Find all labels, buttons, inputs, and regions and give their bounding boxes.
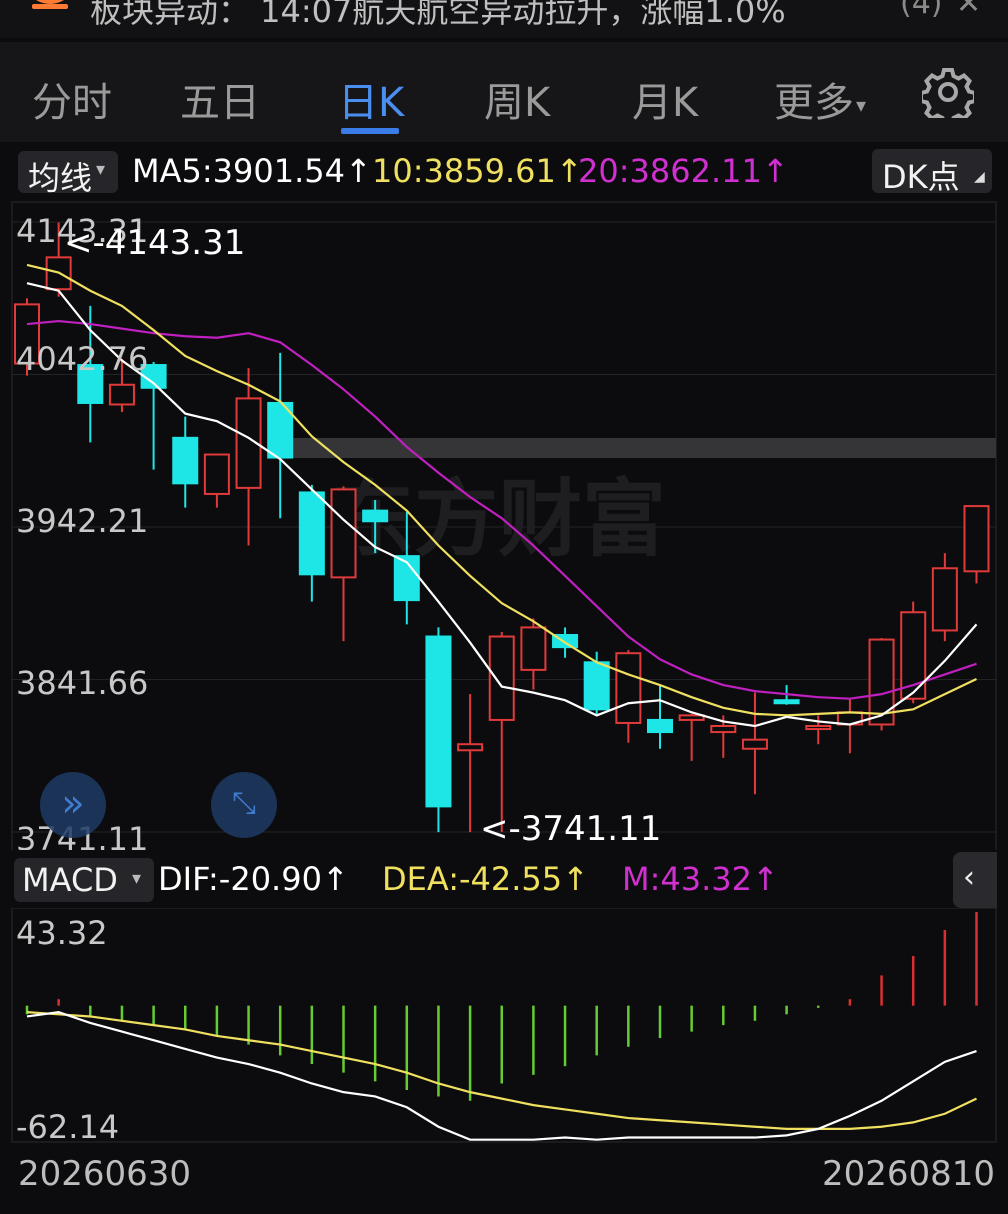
candle-body bbox=[963, 505, 990, 573]
candle-body bbox=[203, 453, 230, 495]
expand-chart-button[interactable]: ⤡ bbox=[211, 772, 277, 838]
candle-body bbox=[741, 738, 768, 750]
candle-body bbox=[615, 652, 642, 724]
candle-body bbox=[108, 383, 135, 406]
candle-body bbox=[330, 488, 357, 579]
close-notice-icon[interactable]: ✕ bbox=[956, 0, 981, 21]
m-value: M:43.32↑ bbox=[622, 860, 779, 898]
ma-selector-label: 均线 bbox=[28, 159, 93, 197]
notice-count: (4) bbox=[900, 0, 943, 21]
bell-alert-icon bbox=[32, 0, 68, 9]
caret-down-icon: ▾ bbox=[96, 159, 106, 180]
chevron-left-icon: ‹ bbox=[963, 860, 975, 895]
dea-value: DEA:-42.55↑ bbox=[382, 860, 589, 898]
candle-body bbox=[647, 718, 673, 734]
candle-body bbox=[773, 699, 800, 705]
notice-text: 板块异动： 14:07航天航空异动拉升，涨幅1.0% bbox=[90, 0, 786, 30]
fast-forward-button[interactable]: » bbox=[40, 772, 106, 838]
candle-body bbox=[520, 626, 547, 671]
tab-weekly-k[interactable]: 周K bbox=[484, 70, 550, 128]
candle-body bbox=[710, 725, 737, 734]
caret-down-icon: ▾ bbox=[856, 93, 867, 117]
gear-icon[interactable] bbox=[922, 66, 974, 118]
y-axis-label: 4042.76 bbox=[16, 340, 148, 378]
high-price-marker: <-4143.31 bbox=[64, 223, 245, 263]
candle-body bbox=[425, 635, 452, 808]
alert-notice-bar[interactable]: 板块异动： 14:07航天航空异动拉升，涨幅1.0% (4) ✕ bbox=[0, 0, 1008, 38]
kline-chart[interactable]: 东方财富4143.314042.763942.213841.663741.11<… bbox=[0, 198, 1008, 850]
macd-chart[interactable]: 43.32 -62.14 bbox=[0, 908, 1008, 1144]
date-end-label: 20260810 bbox=[822, 1154, 996, 1194]
ma20-value: 20:3862.11↑ bbox=[578, 152, 789, 190]
candle-body bbox=[362, 509, 389, 523]
highlight-band bbox=[284, 438, 996, 458]
macd-selector-label: MACD bbox=[22, 861, 118, 899]
candle-body bbox=[805, 725, 832, 731]
candle-body bbox=[457, 743, 484, 752]
dif-value: DIF:-20.90↑ bbox=[158, 860, 349, 898]
collapse-panel-button[interactable]: ‹ bbox=[953, 852, 997, 908]
corner-triangle-icon: ◢ bbox=[974, 169, 985, 185]
tab-monthly-k[interactable]: 月K bbox=[632, 70, 698, 128]
macd-selector[interactable]: MACD ▾ bbox=[14, 858, 154, 902]
dk-point-label: DK点 bbox=[882, 158, 960, 196]
ma10-value: 10:3859.61↑ bbox=[372, 152, 583, 190]
active-tab-indicator bbox=[341, 128, 399, 134]
dk-point-button[interactable]: DK点 ◢ bbox=[872, 149, 992, 196]
candle-body bbox=[678, 714, 705, 721]
candle-body bbox=[583, 661, 610, 711]
y-axis-label: 3942.21 bbox=[16, 502, 148, 540]
candle-body bbox=[931, 567, 958, 632]
candle-body bbox=[488, 635, 515, 721]
macd-max-label: 43.32 bbox=[16, 914, 108, 952]
candle-body bbox=[172, 436, 199, 485]
tab-more-label: 更多 bbox=[774, 80, 854, 126]
tab-intraday[interactable]: 分时 bbox=[32, 70, 112, 128]
ma-selector[interactable]: 均线 ▾ bbox=[18, 151, 118, 197]
y-axis-label: 3841.66 bbox=[16, 664, 148, 702]
low-price-marker: <-3741.11 bbox=[480, 809, 661, 849]
period-tab-bar: 分时 五日 日K 周K 月K 更多 ▾ bbox=[0, 42, 1008, 142]
caret-down-icon: ▾ bbox=[132, 868, 142, 889]
tab-daily-k[interactable]: 日K bbox=[338, 70, 404, 128]
tab-five-day[interactable]: 五日 bbox=[180, 70, 260, 128]
macd-min-label: -62.14 bbox=[16, 1108, 119, 1144]
tab-more[interactable]: 更多 ▾ bbox=[774, 70, 866, 128]
candle-body bbox=[298, 491, 325, 576]
date-start-label: 20260630 bbox=[18, 1154, 192, 1194]
ma5-value: MA5:3901.54↑ bbox=[132, 152, 372, 190]
